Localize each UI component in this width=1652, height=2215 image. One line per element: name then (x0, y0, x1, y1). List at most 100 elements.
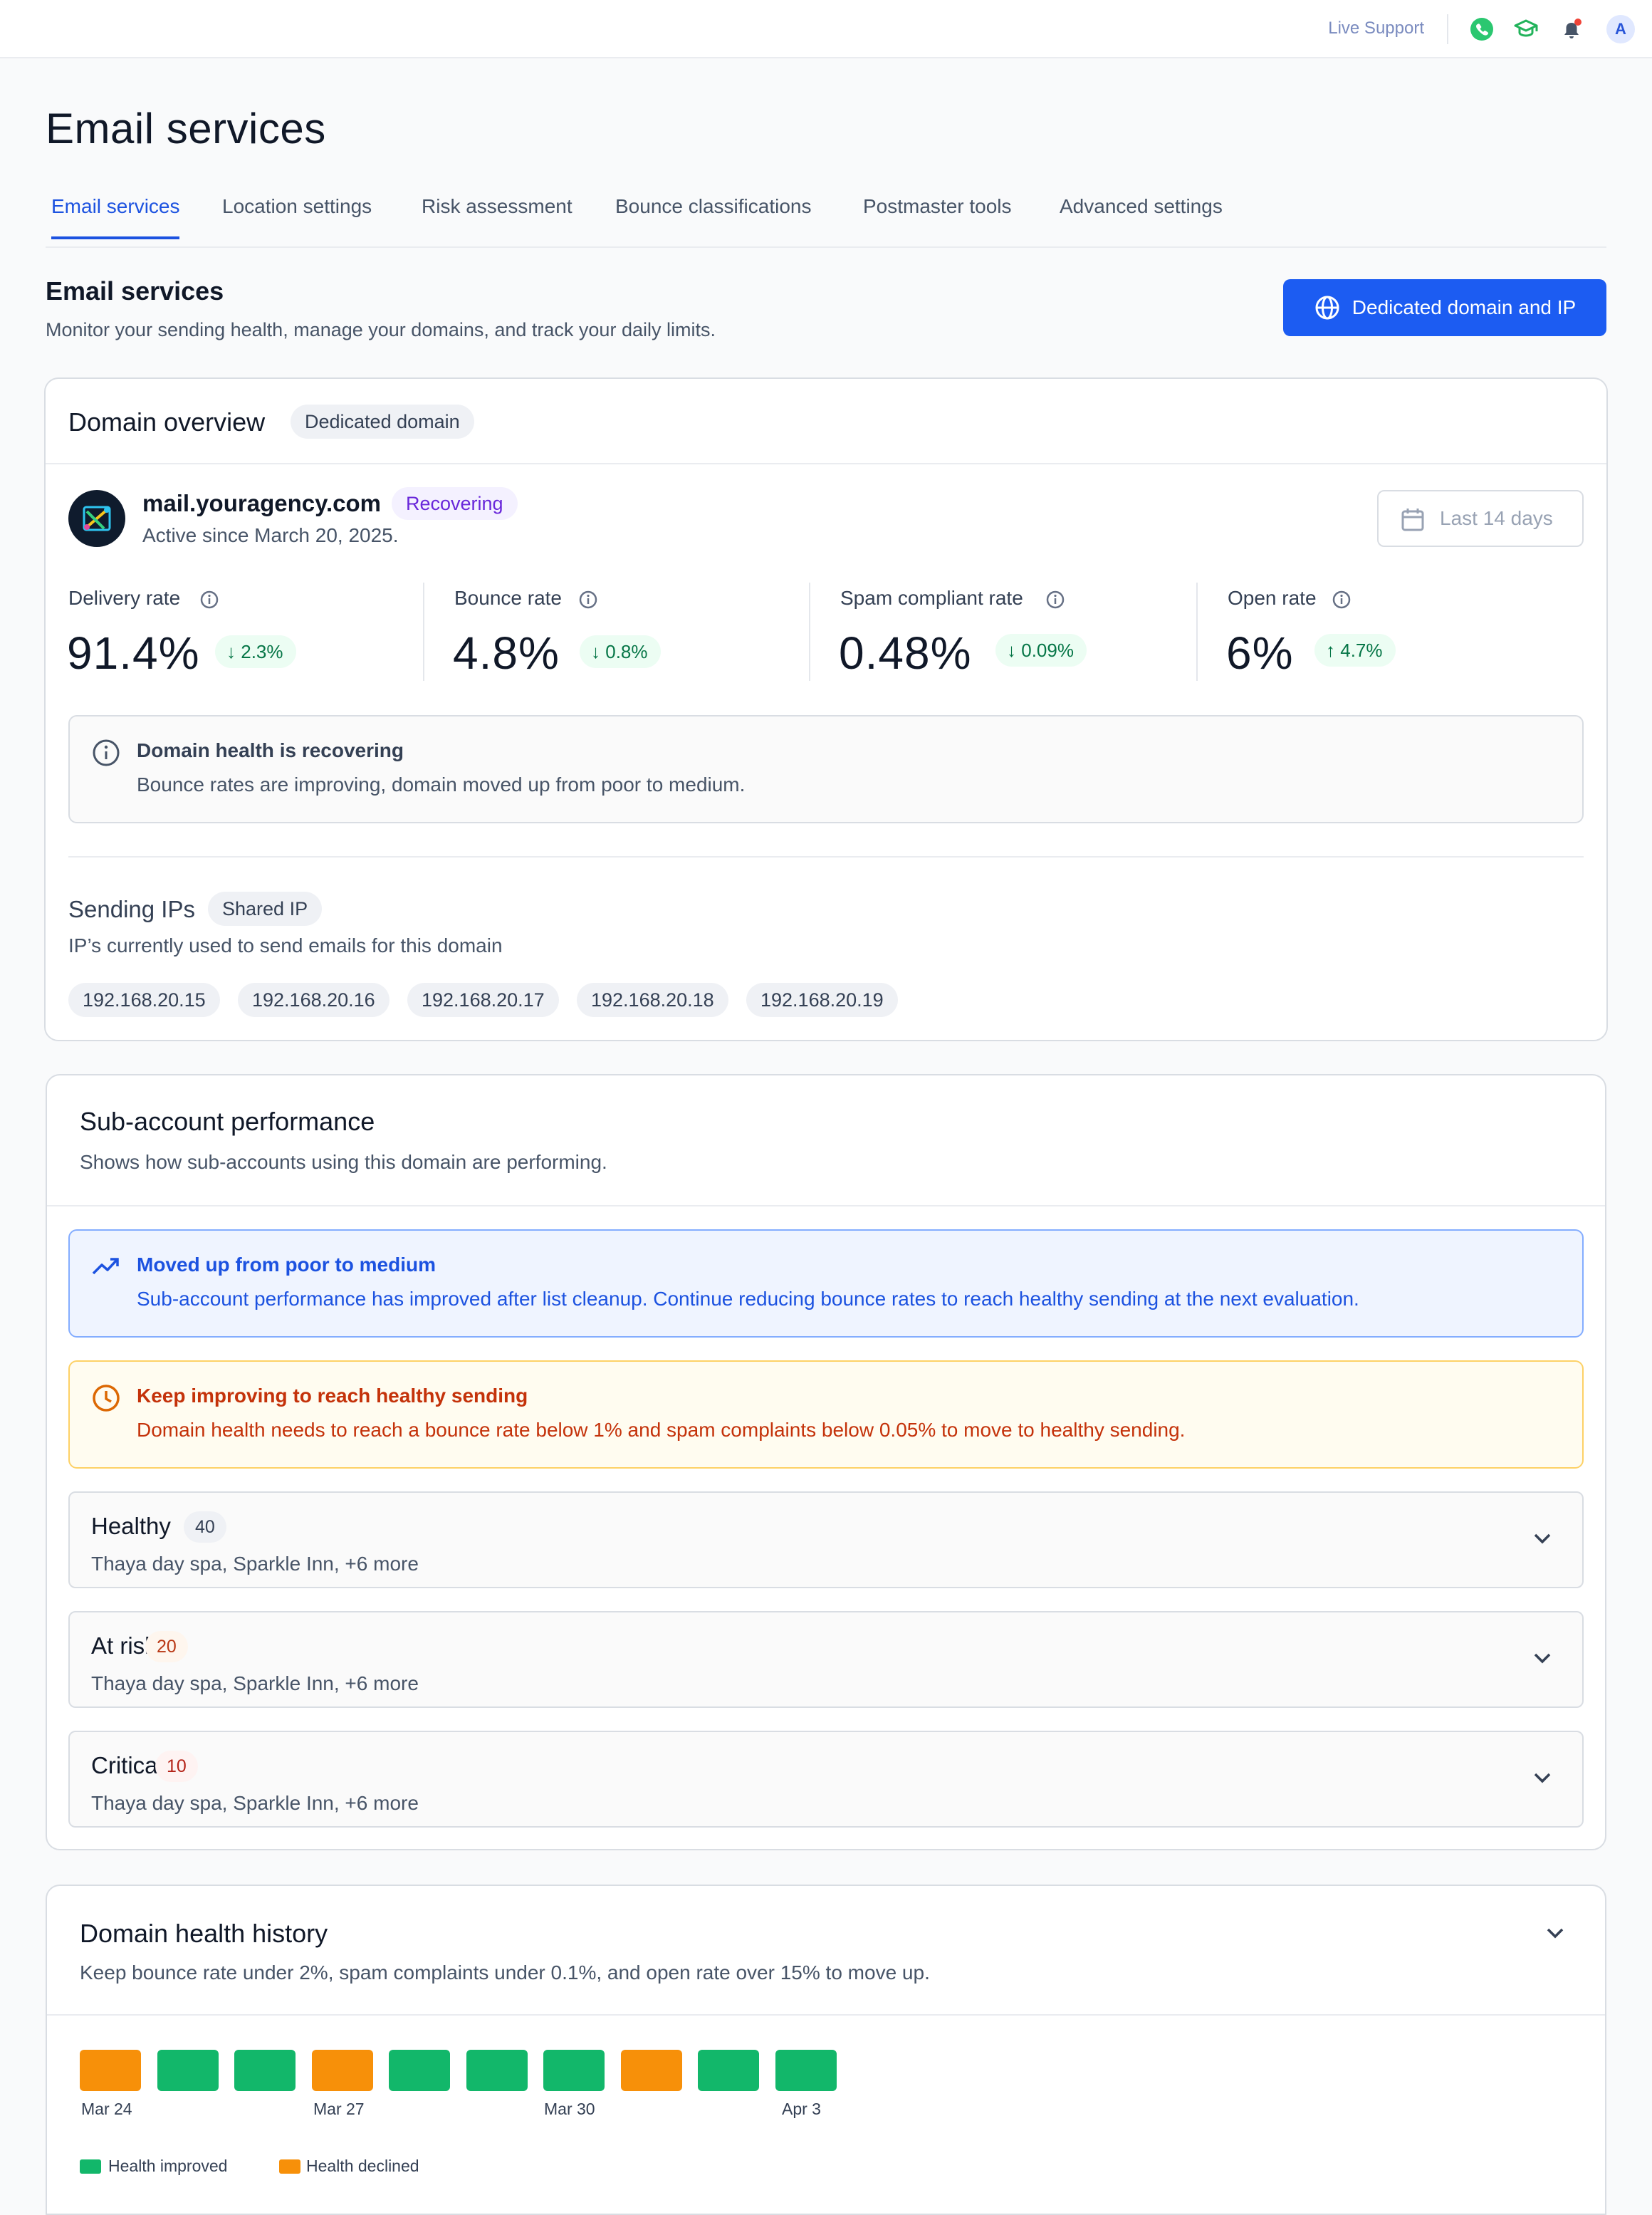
info-icon[interactable] (1332, 590, 1352, 610)
tab-risk-assessment[interactable]: Risk assessment (422, 195, 573, 239)
graduation-cap-icon[interactable] (1512, 16, 1539, 43)
delta-badge: ↓ 2.3% (215, 635, 296, 668)
section-subtitle: Monitor your sending health, manage your… (46, 319, 716, 340)
history-subtitle: Keep bounce rate under 2%, spam complain… (80, 1961, 930, 1984)
metric-spam-rate: Spam compliant rate (840, 587, 1023, 610)
legend-label-declined: Health declined (306, 2157, 419, 2175)
metric-value: 91.4% (67, 627, 200, 679)
metric-delivery-rate: Delivery rate (68, 587, 180, 610)
date-range-label: Last 14 days (1440, 507, 1553, 529)
group-at-risk-accordion[interactable]: At risk 20 Thaya day spa, Sparkle Inn, +… (68, 1611, 1584, 1708)
legend-swatch-declined (279, 2159, 300, 2174)
metric-label: Spam compliant rate (840, 587, 1023, 609)
calendar-icon (1401, 509, 1424, 531)
shared-ip-badge: Shared IP (208, 892, 323, 926)
callout-body: Domain health needs to reach a bounce ra… (137, 1419, 1186, 1441)
notification-bell-icon[interactable] (1558, 16, 1585, 43)
health-day-improved[interactable] (234, 2050, 296, 2091)
health-day-improved[interactable] (543, 2050, 605, 2091)
metric-open-rate: Open rate (1228, 587, 1317, 610)
health-day-improved[interactable] (698, 2050, 759, 2091)
group-members: Thaya day spa, Sparkle Inn, +6 more (91, 1792, 419, 1814)
group-healthy-accordion[interactable]: Healthy 40 Thaya day spa, Sparkle Inn, +… (68, 1491, 1584, 1588)
arrow-down-icon: ↓ (591, 641, 606, 662)
delta-badge: ↓ 0.8% (580, 635, 661, 668)
domain-health-callout: Domain health is recovering Bounce rates… (68, 715, 1584, 823)
metric-value: 4.8% (453, 627, 560, 679)
group-count: 10 (155, 1751, 198, 1782)
delta-value: 2.3% (241, 641, 283, 662)
arrow-up-icon: ↑ (1326, 640, 1341, 661)
delta-value: 0.09% (1021, 640, 1074, 661)
card-divider (47, 2014, 1605, 2016)
arrow-down-icon: ↓ (1007, 640, 1022, 661)
chevron-down-icon (1534, 1773, 1551, 1783)
tab-bounce-classifications[interactable]: Bounce classifications (615, 195, 811, 239)
health-day-improved[interactable] (157, 2050, 219, 2091)
date-range-picker[interactable]: Last 14 days (1377, 490, 1584, 547)
ip-chip: 192.168.20.15 (68, 983, 220, 1017)
date-label: Mar 24 (81, 2100, 132, 2118)
info-circle-icon (93, 739, 120, 766)
clock-icon (93, 1385, 120, 1412)
card-divider (46, 463, 1606, 464)
subaccount-title: Sub-account performance (80, 1107, 375, 1136)
date-label: Apr 3 (782, 2100, 821, 2118)
info-icon[interactable] (578, 590, 598, 610)
health-day-improved[interactable] (466, 2050, 528, 2091)
tab-location-settings[interactable]: Location settings (222, 195, 372, 239)
delta-badge: ↓ 0.09% (995, 634, 1087, 667)
group-label: Critical (91, 1752, 163, 1778)
group-critical-accordion[interactable]: Critical 10 Thaya day spa, Sparkle Inn, … (68, 1731, 1584, 1828)
tab-postmaster-tools[interactable]: Postmaster tools (863, 195, 1012, 239)
group-count: 40 (184, 1511, 226, 1543)
health-day-improved[interactable] (775, 2050, 837, 2091)
divider (68, 856, 1584, 858)
metric-divider (423, 583, 424, 681)
metric-value: 6% (1226, 627, 1294, 679)
callout-title: Moved up from poor to medium (137, 1254, 436, 1276)
metric-value: 0.48% (839, 627, 972, 679)
chevron-down-icon (1534, 1533, 1551, 1544)
ip-chip: 192.168.20.17 (407, 983, 559, 1017)
ip-chip: 192.168.20.19 (746, 983, 898, 1017)
date-label: Mar 30 (544, 2100, 595, 2118)
group-members: Thaya day spa, Sparkle Inn, +6 more (91, 1553, 419, 1575)
info-icon[interactable] (1045, 590, 1065, 610)
health-day-improved[interactable] (389, 2050, 450, 2091)
dedicated-domain-badge: Dedicated domain (291, 405, 474, 439)
section-title: Email services (46, 276, 224, 306)
metric-label: Open rate (1228, 587, 1317, 609)
metric-label: Bounce rate (454, 587, 562, 609)
domain-overview-title: Domain overview (68, 407, 266, 437)
group-count: 20 (145, 1631, 188, 1662)
tab-advanced-settings[interactable]: Advanced settings (1060, 195, 1223, 239)
info-icon[interactable] (199, 590, 219, 610)
metric-divider (1196, 583, 1198, 681)
sending-ips-title: Sending IPs (68, 896, 195, 922)
domain-logo (68, 490, 125, 547)
subaccount-subtitle: Shows how sub-accounts using this domain… (80, 1151, 607, 1173)
tab-email-services[interactable]: Email services (51, 195, 180, 239)
delta-value: 4.7% (1340, 640, 1383, 661)
dedicated-domain-button[interactable]: Dedicated domain and IP (1283, 279, 1606, 336)
active-since-text: Active since March 20, 2025. (142, 524, 399, 546)
phone-icon[interactable] (1468, 16, 1495, 43)
health-day-declined[interactable] (80, 2050, 141, 2091)
chevron-down-icon[interactable] (1544, 1922, 1567, 1944)
health-day-declined[interactable] (312, 2050, 373, 2091)
callout-title: Keep improving to reach healthy sending (137, 1385, 528, 1407)
live-support-link[interactable]: Live Support (1328, 19, 1424, 38)
callout-title: Domain health is recovering (137, 739, 404, 761)
legend-label-improved: Health improved (108, 2157, 228, 2175)
callout-body: Sub-account performance has improved aft… (137, 1288, 1359, 1310)
metric-bounce-rate: Bounce rate (454, 587, 562, 610)
warning-callout: Keep improving to reach healthy sending … (68, 1360, 1584, 1469)
domain-name: mail.youragency.com (142, 490, 382, 516)
delta-value: 0.8% (605, 641, 648, 662)
health-day-declined[interactable] (621, 2050, 682, 2091)
avatar[interactable]: A (1606, 15, 1635, 43)
trending-up-icon (92, 1258, 119, 1275)
sending-ips-subtitle: IP’s currently used to send emails for t… (68, 934, 503, 957)
top-bar: Live Support A (0, 0, 1652, 58)
